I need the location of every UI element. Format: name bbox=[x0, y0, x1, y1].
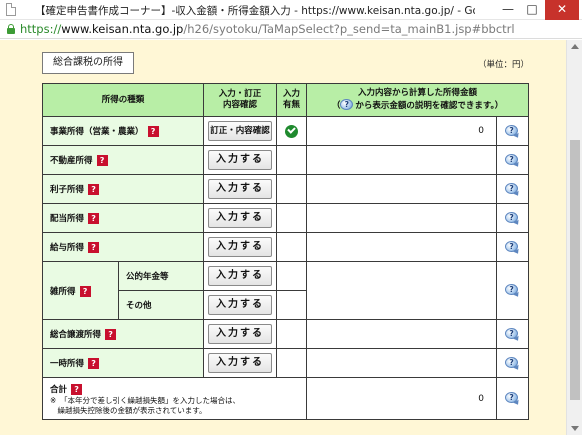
help-icon[interactable]: ? bbox=[88, 184, 100, 195]
question-bubble-icon[interactable]: ? bbox=[505, 182, 521, 197]
window-title: 【確定申告書作成コーナー】-収入金額・所得金額入力 - https://www.… bbox=[35, 5, 475, 17]
header-type: 所得の種類 bbox=[41, 83, 205, 117]
question-bubble-icon: ? bbox=[340, 99, 355, 112]
question-bubble-icon[interactable]: ? bbox=[505, 153, 521, 168]
lock-icon bbox=[7, 24, 15, 34]
row-business: 事業所得（営業・農業）? 訂正・内容確認 0 ? bbox=[41, 116, 530, 146]
header-amount-post: から表示金額の説明を確認できます。） bbox=[355, 101, 504, 111]
checkmark-icon bbox=[285, 124, 299, 138]
question-bubble-icon[interactable]: ? bbox=[505, 284, 521, 299]
enter-button[interactable]: 入力する bbox=[208, 266, 273, 286]
window-titlebar: 【確定申告書作成コーナー】-収入金額・所得金額入力 - https://www.… bbox=[0, 0, 582, 20]
row-label: 総合譲渡所得 bbox=[50, 330, 102, 340]
amount-value bbox=[306, 232, 498, 262]
revise-confirm-button[interactable]: 訂正・内容確認 bbox=[208, 121, 273, 141]
enter-button[interactable]: 入力する bbox=[208, 237, 273, 257]
question-bubble-icon[interactable]: ? bbox=[505, 240, 521, 255]
row-label: 一時所得 bbox=[50, 359, 85, 369]
scroll-thumb[interactable] bbox=[570, 140, 580, 400]
question-bubble-icon[interactable]: ? bbox=[505, 356, 521, 371]
row-misc-pension: 雑所得? 公的年金等 入力する ? bbox=[42, 261, 530, 320]
enter-button[interactable]: 入力する bbox=[208, 324, 273, 344]
page-icon bbox=[6, 3, 16, 16]
row-salary: 給与所得? 入力する ? bbox=[41, 232, 530, 262]
enter-button[interactable]: 入力する bbox=[208, 208, 273, 228]
question-bubble-icon[interactable]: ? bbox=[505, 392, 521, 407]
amount-value bbox=[306, 348, 498, 378]
amount-value bbox=[306, 261, 498, 320]
row-capital-transfer: 総合譲渡所得? 入力する ? bbox=[41, 319, 530, 349]
row-label: 事業所得（営業・農業） bbox=[50, 127, 144, 137]
total-label: 合計 bbox=[50, 384, 68, 395]
url-text[interactable]: https://www.keisan.nta.go.jp/h26/syotoku… bbox=[20, 22, 515, 36]
header-input: 入力・訂正 内容確認 bbox=[203, 83, 278, 117]
vertical-scrollbar[interactable] bbox=[566, 40, 582, 435]
header-status-line1: 入力 bbox=[283, 89, 301, 99]
total-amount: 0 bbox=[306, 377, 498, 420]
row-label: 雑所得 bbox=[50, 286, 76, 297]
sub-row-label: その他 bbox=[126, 301, 152, 311]
url-path: /h26/syotoku/TaMapSelect?p_send=ta_mainB… bbox=[183, 22, 515, 36]
enter-button[interactable]: 入力する bbox=[208, 353, 273, 373]
row-dividend: 配当所得? 入力する ? bbox=[41, 203, 530, 233]
total-note-line2: 繰越損失控除後の金額が表示されています。 bbox=[50, 405, 207, 415]
url-host: www.keisan.nta.go.jp bbox=[61, 22, 184, 36]
row-label: 不動産所得 bbox=[50, 156, 93, 166]
scroll-down-arrow-icon[interactable] bbox=[571, 426, 579, 431]
header-input-line1: 入力・訂正 bbox=[218, 89, 262, 99]
header-input-line2: 内容確認 bbox=[223, 100, 258, 110]
row-real-estate: 不動産所得? 入力する ? bbox=[41, 145, 530, 175]
amount-value bbox=[306, 203, 498, 233]
header-amount-pre: （ bbox=[331, 101, 341, 111]
help-icon[interactable]: ? bbox=[88, 358, 100, 369]
enter-button[interactable]: 入力する bbox=[208, 295, 273, 315]
section-label: 総合課税の所得 bbox=[42, 52, 134, 74]
maximize-button[interactable]: □ bbox=[521, 0, 543, 20]
help-icon[interactable]: ? bbox=[79, 285, 91, 297]
header-amount: 入力内容から計算した所得金額 （? から表示金額の説明を確認できます。） bbox=[306, 83, 530, 117]
row-label: 給与所得 bbox=[50, 243, 85, 253]
help-icon[interactable]: ? bbox=[147, 126, 159, 137]
page-content: 総合課税の所得 （単位：円） 所得の種類 入力・訂正 内容確認 入力 有無 入力内容… bbox=[0, 40, 566, 435]
header-status: 入力 有無 bbox=[276, 83, 308, 117]
url-scheme: https:// bbox=[20, 22, 62, 36]
row-temporary: 一時所得? 入力する ? bbox=[41, 348, 530, 378]
enter-button[interactable]: 入力する bbox=[208, 150, 273, 170]
help-icon[interactable]: ? bbox=[105, 329, 117, 340]
question-bubble-icon[interactable]: ? bbox=[505, 327, 521, 342]
help-icon[interactable]: ? bbox=[71, 383, 83, 395]
help-icon[interactable]: ? bbox=[88, 213, 100, 224]
row-label: 利子所得 bbox=[50, 185, 85, 195]
amount-value bbox=[306, 145, 498, 175]
help-icon[interactable]: ? bbox=[96, 155, 108, 166]
address-bar[interactable]: https://www.keisan.nta.go.jp/h26/syotoku… bbox=[0, 20, 582, 39]
row-label: 配当所得 bbox=[50, 214, 85, 224]
amount-value bbox=[306, 319, 498, 349]
sub-row-label: 公的年金等 bbox=[126, 272, 169, 282]
row-interest: 利子所得? 入力する ? bbox=[41, 174, 530, 204]
total-note-line1: ※ 「本年分で差し引く繰越損失額」を入力した場合は、 bbox=[50, 395, 241, 405]
scroll-up-arrow-icon[interactable] bbox=[571, 44, 579, 49]
row-total: 合計? ※ 「本年分で差し引く繰越損失額」を入力した場合は、 繰越損失控除後の金… bbox=[41, 377, 530, 420]
close-button[interactable]: ✕ bbox=[545, 0, 579, 20]
help-icon[interactable]: ? bbox=[88, 242, 100, 253]
question-bubble-icon[interactable]: ? bbox=[505, 211, 521, 226]
header-amount-line1: 入力内容から計算した所得金額 bbox=[358, 88, 478, 98]
income-table: 所得の種類 入力・訂正 内容確認 入力 有無 入力内容から計算した所得金額（? から表… bbox=[41, 83, 530, 420]
amount-value: 0 bbox=[306, 116, 498, 146]
header-status-line2: 有無 bbox=[283, 100, 301, 110]
amount-value bbox=[306, 174, 498, 204]
label-cell: 事業所得（営業・農業）? bbox=[41, 116, 205, 146]
question-bubble-icon[interactable]: ? bbox=[505, 124, 521, 139]
enter-button[interactable]: 入力する bbox=[208, 179, 273, 199]
table-header-row: 所得の種類 入力・訂正 内容確認 入力 有無 入力内容から計算した所得金額 （? から表… bbox=[41, 83, 530, 117]
minimize-button[interactable]: — bbox=[497, 0, 519, 20]
unit-label: （単位：円） bbox=[478, 60, 530, 70]
